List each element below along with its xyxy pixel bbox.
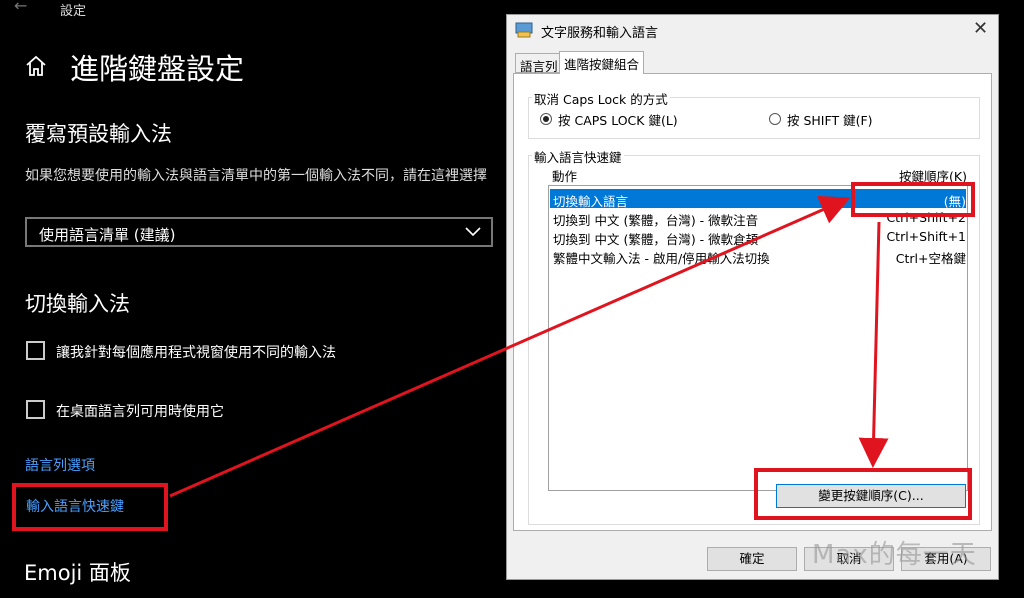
watermark: Max的每一天 xyxy=(812,540,977,570)
arrow-to-key-value xyxy=(169,195,851,498)
annotation-arrows xyxy=(169,195,889,498)
arrow-to-change-button xyxy=(858,221,889,468)
tab-advanced-key-settings[interactable]: 進階按鍵組合 xyxy=(559,51,645,74)
